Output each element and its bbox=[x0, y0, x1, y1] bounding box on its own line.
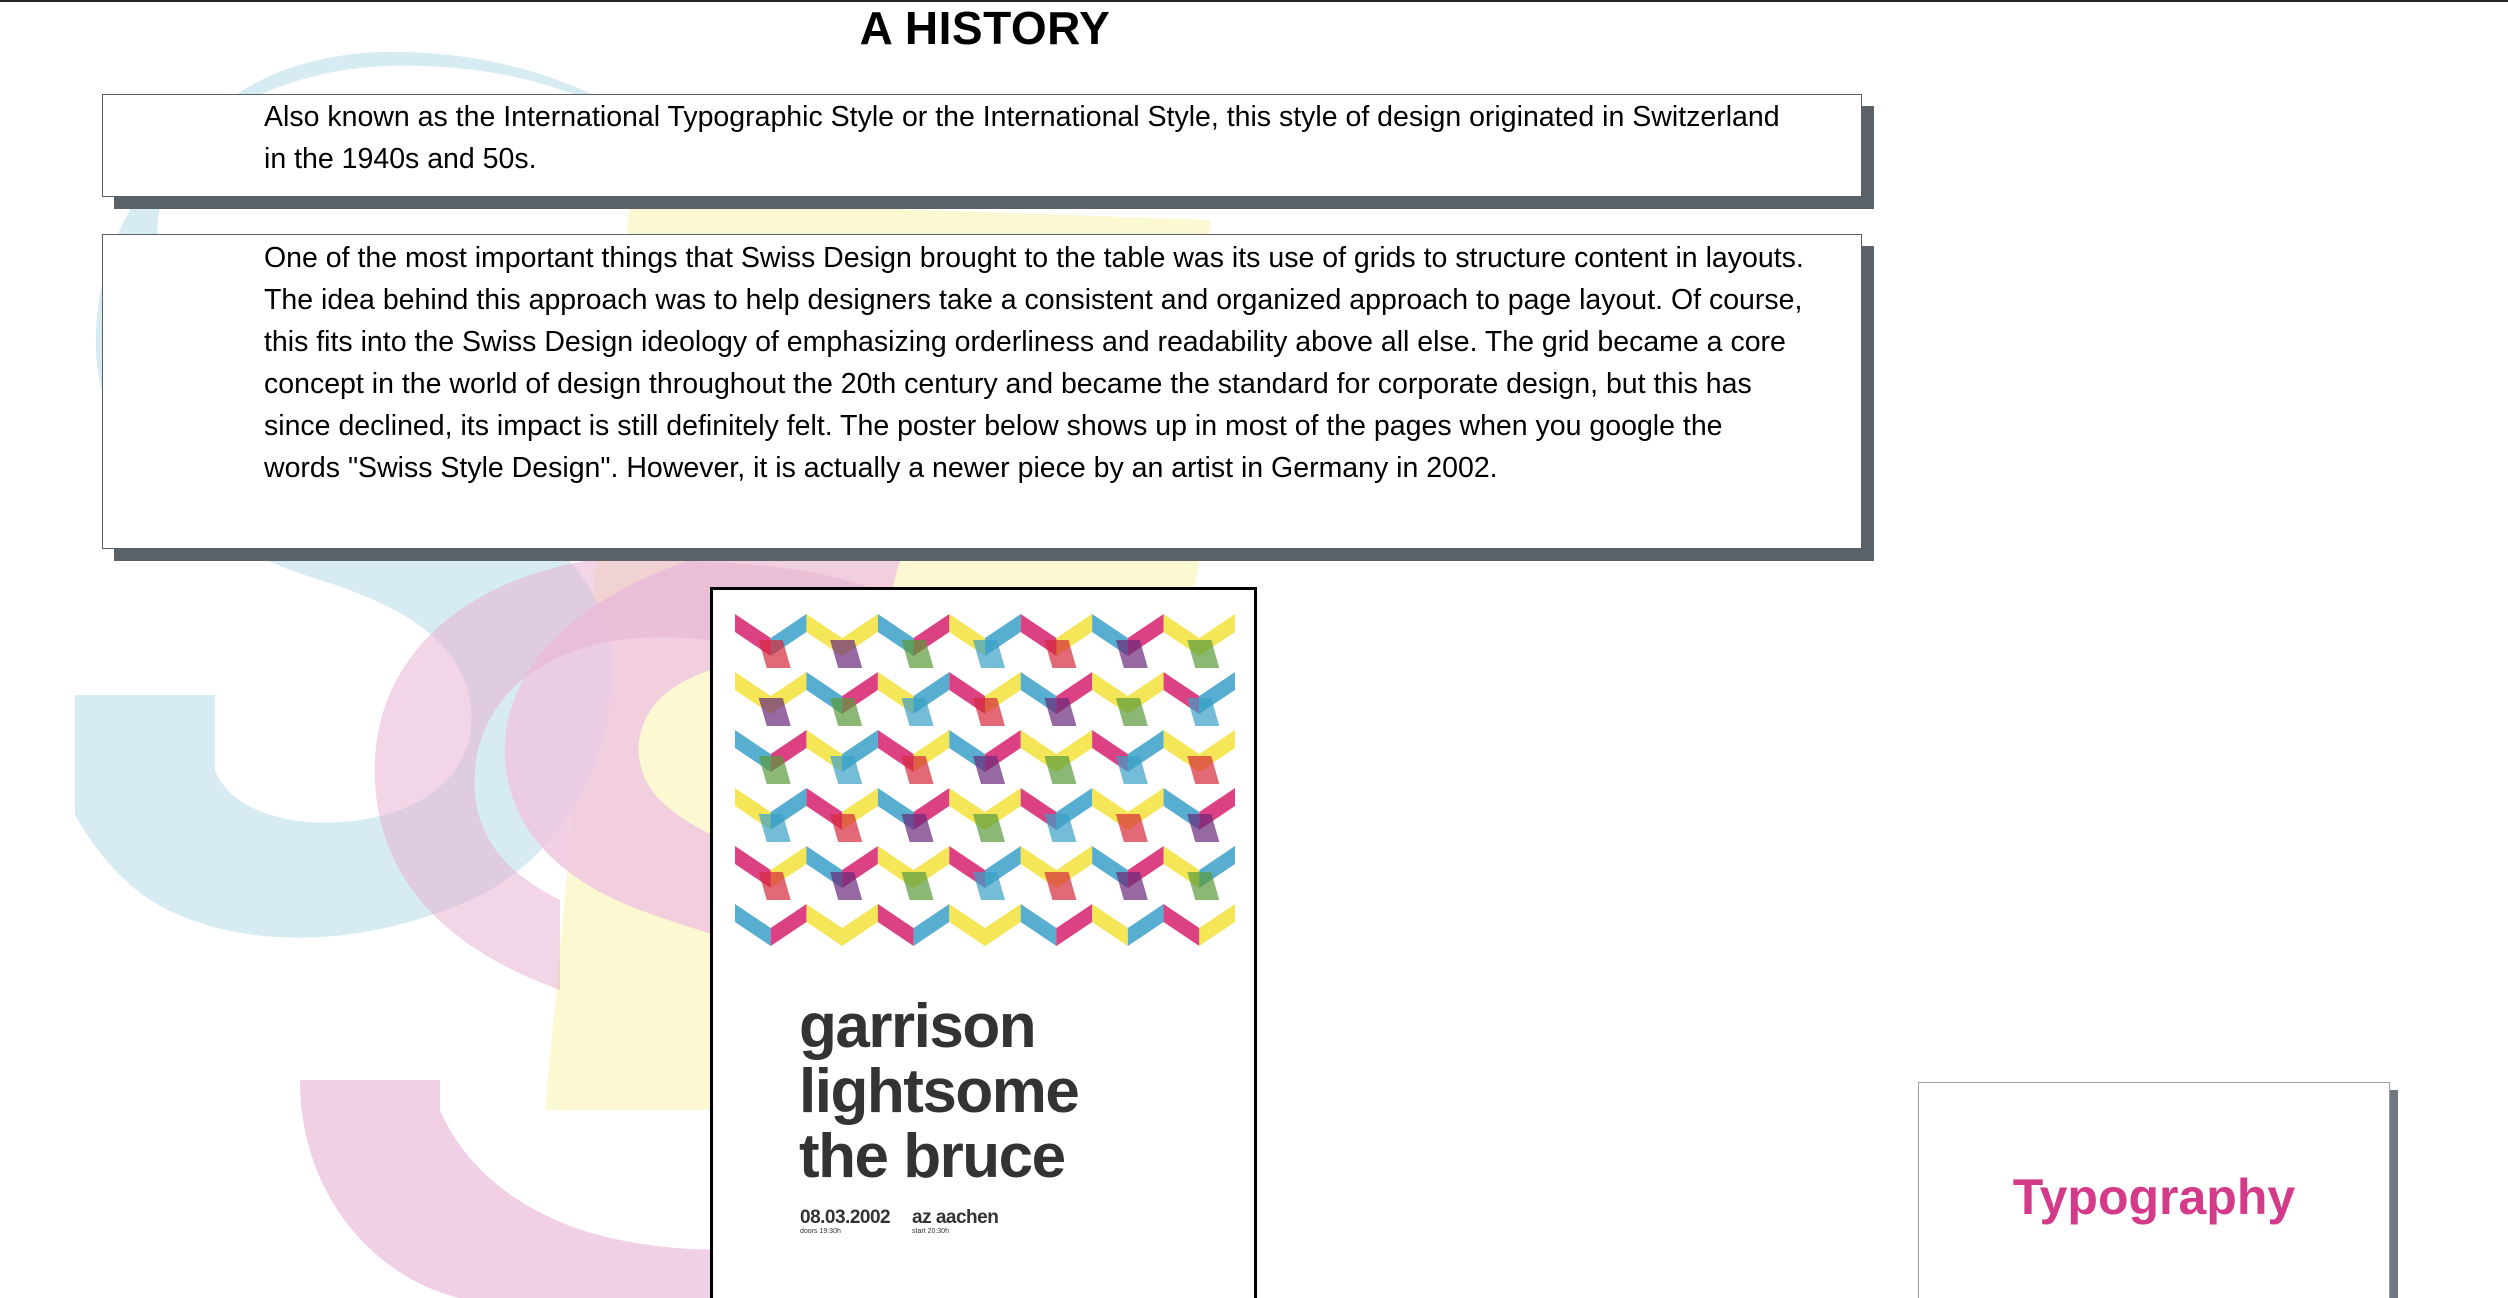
poster-zigzag-pattern bbox=[735, 614, 1235, 946]
poster-pattern-stroke bbox=[842, 904, 878, 946]
poster-date: 08.03.2002 bbox=[800, 1207, 891, 1228]
page: A HISTORY Also known as the Internationa… bbox=[0, 0, 2508, 1298]
typography-nav-card[interactable]: Typography bbox=[1918, 1082, 2390, 1298]
poster-pattern-stroke bbox=[1199, 904, 1235, 946]
poster-pattern-stroke bbox=[1127, 904, 1164, 946]
intro-card: Also known as the International Typograp… bbox=[102, 94, 1862, 197]
poster-pattern-stroke bbox=[806, 904, 843, 946]
page-title: A HISTORY bbox=[859, 2, 1111, 54]
typography-link[interactable]: Typography bbox=[1919, 1168, 2389, 1226]
history-paragraph: One of the most important things that Sw… bbox=[264, 242, 1804, 484]
poster-pattern-stroke bbox=[1020, 904, 1057, 946]
poster-pattern-stroke bbox=[877, 904, 914, 946]
intro-paragraph: Also known as the International Typograp… bbox=[264, 101, 1780, 175]
poster-doors-time: doors 19:30h bbox=[800, 1228, 841, 1235]
poster-pattern-stroke bbox=[913, 904, 950, 946]
poster-pattern-stroke bbox=[735, 904, 771, 946]
poster-pattern-stroke bbox=[1056, 904, 1093, 946]
poster-venue: az aachen bbox=[912, 1207, 999, 1228]
poster-pattern-stroke bbox=[1092, 904, 1128, 946]
poster-pattern-stroke bbox=[770, 904, 807, 946]
poster-pattern-stroke bbox=[985, 904, 1021, 946]
poster-pattern-stroke bbox=[1163, 904, 1200, 946]
history-card: One of the most important things that Sw… bbox=[102, 234, 1862, 549]
poster-pattern-stroke bbox=[949, 904, 985, 946]
poster-name-line-3: the bruce bbox=[799, 1122, 1066, 1191]
poster-name-line-1: garrison bbox=[799, 992, 1037, 1061]
swiss-poster-image: garrison lightsome the bruce 08.03.2002 … bbox=[710, 587, 1257, 1298]
poster-name-line-2: lightsome bbox=[799, 1057, 1080, 1126]
poster-start-time: start 20:30h bbox=[912, 1228, 949, 1235]
